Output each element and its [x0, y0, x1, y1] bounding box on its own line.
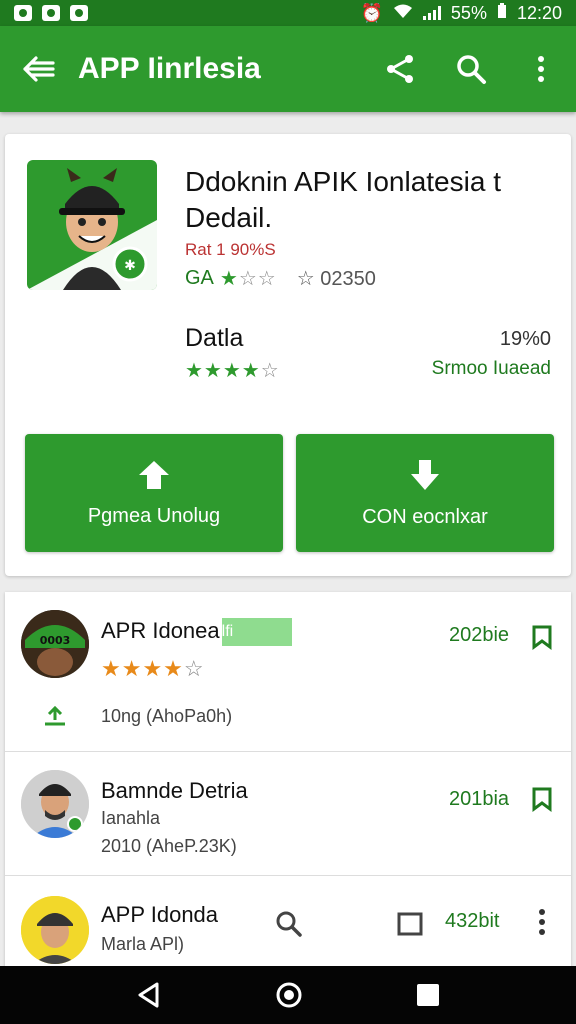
more-options-button[interactable] [506, 26, 576, 112]
data-stars: ★★★★☆ [185, 360, 280, 382]
system-nav-bar [0, 966, 576, 1024]
status-bar: ⏰ 55% 12:20 [0, 0, 576, 26]
data-label: Datla [185, 324, 244, 352]
list-item[interactable]: APP Idonda Marla APl) 432bit [5, 876, 571, 972]
star-outline-icon: ☆ [296, 268, 315, 290]
alarm-icon: ⏰ [360, 2, 383, 23]
upload-button-label: Pgmea Unolug [87, 504, 221, 527]
app-detail-card: ✱ Ddoknin APIK Ionlatesia t Dedail. Rat … [5, 134, 571, 576]
app-icon: ✱ [27, 160, 157, 290]
notification-icon [14, 5, 32, 21]
item-title: APP Idonda [101, 902, 219, 927]
download-button-label: CON eocnlxar [362, 505, 488, 528]
arrow-left-icon [23, 56, 55, 82]
battery-percent: 55% [450, 2, 487, 23]
recents-nav-icon[interactable] [415, 982, 441, 1008]
download-size[interactable]: Srmoo Iuaead [432, 358, 551, 380]
home-nav-icon[interactable] [274, 980, 304, 1010]
bookmark-icon[interactable] [531, 624, 553, 650]
app-name: Ddoknin APIK Ionlatesia t Dedail. [185, 166, 501, 233]
search-icon[interactable] [275, 910, 303, 938]
rating-stars: ★☆☆ [219, 268, 277, 290]
item-size: 202bie [449, 624, 510, 646]
svg-text:✱: ✱ [124, 258, 136, 274]
item-subtitle: 10ng (AhoPa0h) [101, 706, 233, 726]
item-title: Bamnde Detria [101, 778, 248, 803]
bookmark-icon[interactable] [531, 786, 553, 812]
item-meta: 2010 (AheP.23K) [101, 836, 237, 856]
more-vert-icon [538, 56, 544, 82]
download-button[interactable]: CON eocnlxar [296, 434, 554, 552]
item-subtitle: Ianahla [101, 808, 161, 828]
more-vert-icon[interactable] [537, 908, 547, 936]
signal-icon [422, 6, 441, 20]
search-icon [457, 55, 486, 84]
item-title: APR Idonea lfi [101, 618, 292, 647]
app-meta: Rat 1 90%S [185, 240, 276, 259]
camera-icon [42, 5, 60, 21]
upload-icon [139, 460, 169, 489]
item-title-highlight: lfi [221, 618, 292, 647]
avatar [21, 896, 89, 964]
share-icon [387, 55, 413, 83]
list-item[interactable]: 0003 APR Idonea lfi ★★★★☆ 10ng (AhoPa0h) … [5, 592, 571, 752]
page-title: APP Iinrlesia [78, 52, 261, 85]
svg-text:0003: 0003 [40, 634, 71, 647]
clock: 12:20 [516, 2, 562, 23]
item-size: 432bit [445, 910, 500, 932]
battery-icon [497, 2, 507, 24]
item-size: 201bia [449, 788, 510, 810]
checkbox-icon[interactable] [397, 912, 423, 936]
app-notification-icon [70, 5, 88, 21]
item-rating-stars: ★★★★☆ [101, 656, 205, 681]
app-bar: APP Iinrlesia [0, 26, 576, 112]
app-list: 0003 APR Idonea lfi ★★★★☆ 10ng (AhoPa0h) … [5, 592, 571, 972]
item-subtitle: Marla APl) [101, 934, 185, 954]
back-nav-icon[interactable] [135, 981, 163, 1009]
list-item[interactable]: Bamnde Detria Ianahla 2010 (AheP.23K) 20… [5, 752, 571, 876]
rating-row: GA ★☆☆ ☆ 02350 [185, 266, 376, 291]
upload-button[interactable]: Pgmea Unolug [25, 434, 283, 552]
avatar [21, 770, 89, 838]
avatar: 0003 [21, 610, 89, 678]
back-button[interactable] [0, 26, 78, 112]
rating-prefix: GA [185, 267, 214, 289]
wifi-icon [393, 3, 413, 24]
share-button[interactable] [366, 26, 436, 112]
install-icon [45, 706, 65, 726]
download-icon [411, 459, 439, 490]
data-value: 19%0 [499, 328, 551, 350]
rating-count: ☆ 02350 [296, 268, 376, 290]
search-button[interactable] [436, 26, 506, 112]
